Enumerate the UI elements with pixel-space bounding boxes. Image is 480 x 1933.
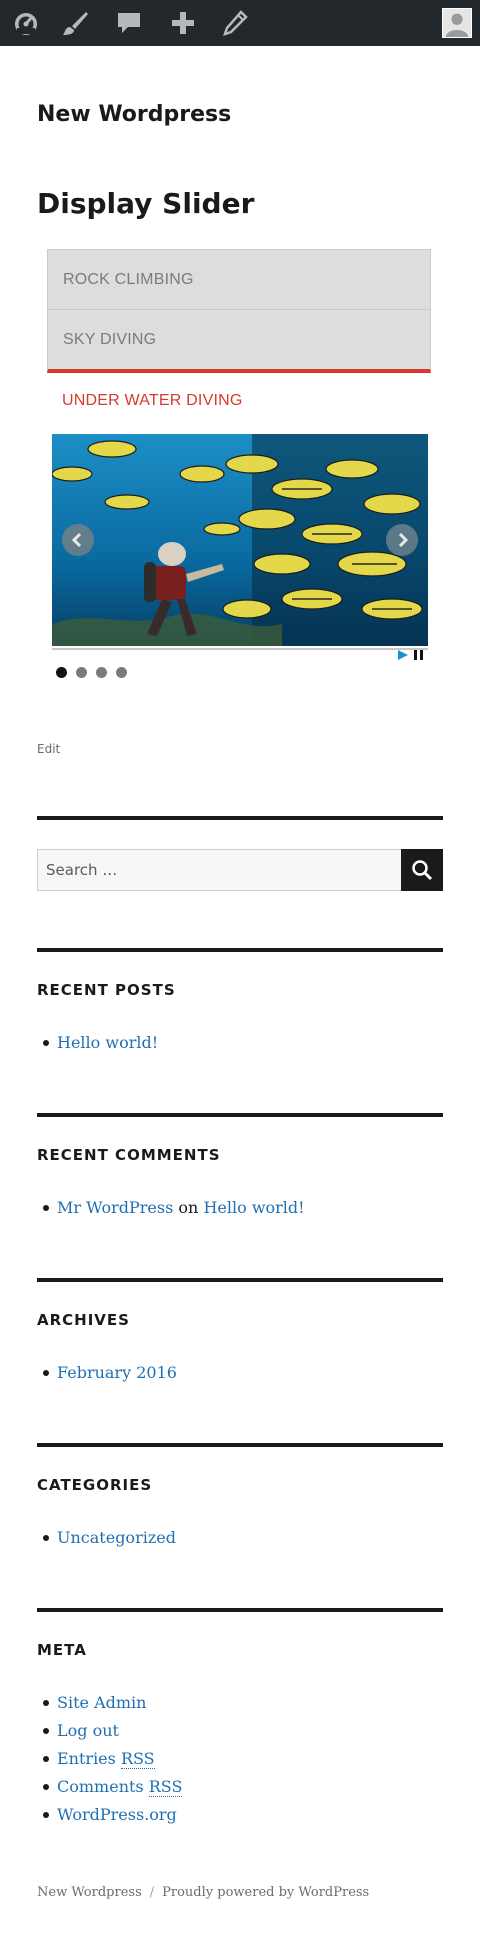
list-item: Hello world! — [37, 1029, 158, 1057]
slider-prev-button[interactable] — [62, 524, 94, 556]
widget-divider — [37, 948, 443, 952]
post-link[interactable]: Hello world! — [57, 1033, 158, 1052]
categories-list: Uncategorized — [37, 1524, 176, 1552]
wordpress-org-link[interactable]: WordPress.org — [57, 1805, 177, 1824]
widget-divider — [37, 1608, 443, 1612]
search-icon — [412, 860, 433, 881]
list-item: February 2016 — [37, 1359, 177, 1387]
tab-sky-diving[interactable]: SKY DIVING — [47, 309, 431, 373]
slider — [52, 434, 428, 646]
list-item: Uncategorized — [37, 1524, 176, 1552]
new-content-plus-icon[interactable] — [168, 9, 198, 37]
site-admin-link[interactable]: Site Admin — [57, 1693, 146, 1712]
chevron-right-icon — [398, 532, 409, 548]
dashboard-icon[interactable] — [11, 9, 41, 37]
tab-under-water-diving[interactable]: UNDER WATER DIVING — [47, 379, 431, 423]
meta-title: META — [37, 1641, 87, 1659]
widget-divider — [37, 1278, 443, 1282]
archive-link[interactable]: February 2016 — [57, 1363, 177, 1382]
tab-rock-climbing[interactable]: ROCK CLIMBING — [47, 249, 431, 310]
comments-rss-link[interactable]: Comments RSS — [57, 1777, 183, 1797]
comments-icon[interactable] — [114, 9, 144, 37]
entries-rss-link[interactable]: Entries RSS — [57, 1749, 155, 1769]
slide-dot-3[interactable] — [96, 667, 107, 678]
widget-divider — [37, 1113, 443, 1117]
meta-list: Site Admin Log out Entries RSS Comments … — [37, 1689, 183, 1829]
admin-bar — [0, 0, 480, 46]
slider-next-button[interactable] — [386, 524, 418, 556]
recent-posts-title: RECENT POSTS — [37, 981, 176, 999]
comment-post-link[interactable]: Hello world! — [203, 1198, 304, 1217]
edit-link[interactable]: Edit — [37, 742, 60, 756]
slide-dot-4[interactable] — [116, 667, 127, 678]
rss-abbr: RSS — [120, 1749, 155, 1769]
slide-dot-2[interactable] — [76, 667, 87, 678]
slide-image-diver-with-fish — [52, 434, 428, 646]
footer-separator: / — [149, 1885, 155, 1900]
entries-rss-label: Entries — [57, 1749, 116, 1768]
edit-pencil-icon[interactable] — [220, 9, 250, 37]
slider-pagination — [56, 667, 127, 678]
rss-abbr: RSS — [148, 1777, 183, 1797]
user-avatar[interactable] — [442, 8, 472, 38]
comments-rss-label: Comments — [57, 1777, 144, 1796]
footer-site-link[interactable]: New Wordpress — [37, 1885, 142, 1900]
slider-base-line — [52, 648, 428, 650]
list-item: Comments RSS — [37, 1773, 183, 1801]
play-pause-icon[interactable] — [398, 649, 426, 661]
search-input[interactable] — [37, 849, 402, 891]
list-item: Mr WordPress on Hello world! — [37, 1194, 305, 1222]
list-item: WordPress.org — [37, 1801, 182, 1829]
archives-title: ARCHIVES — [37, 1311, 130, 1329]
widget-divider — [37, 1443, 443, 1447]
recent-comments-list: Mr WordPress on Hello world! — [37, 1194, 305, 1222]
widget-divider — [37, 816, 443, 820]
site-title[interactable]: New Wordpress — [37, 102, 231, 127]
comment-author-link[interactable]: Mr WordPress — [57, 1198, 173, 1217]
list-item: Entries RSS — [37, 1745, 182, 1773]
slide-dot-1[interactable] — [56, 667, 67, 678]
categories-title: CATEGORIES — [37, 1476, 153, 1494]
footer-powered-link[interactable]: Proudly powered by WordPress — [162, 1885, 369, 1900]
page-title: Display Slider — [37, 187, 255, 220]
recent-comments-title: RECENT COMMENTS — [37, 1146, 221, 1164]
list-item: Log out — [37, 1717, 182, 1745]
list-item: Site Admin — [37, 1689, 182, 1717]
archives-list: February 2016 — [37, 1359, 177, 1387]
comment-connector: on — [178, 1198, 199, 1217]
customize-brush-icon[interactable] — [60, 9, 90, 37]
chevron-left-icon — [71, 532, 82, 548]
category-link[interactable]: Uncategorized — [57, 1528, 176, 1547]
site-footer: New Wordpress / Proudly powered by WordPre… — [37, 1885, 369, 1900]
log-out-link[interactable]: Log out — [57, 1721, 119, 1740]
search-button[interactable] — [401, 849, 443, 891]
recent-posts-list: Hello world! — [37, 1029, 158, 1057]
